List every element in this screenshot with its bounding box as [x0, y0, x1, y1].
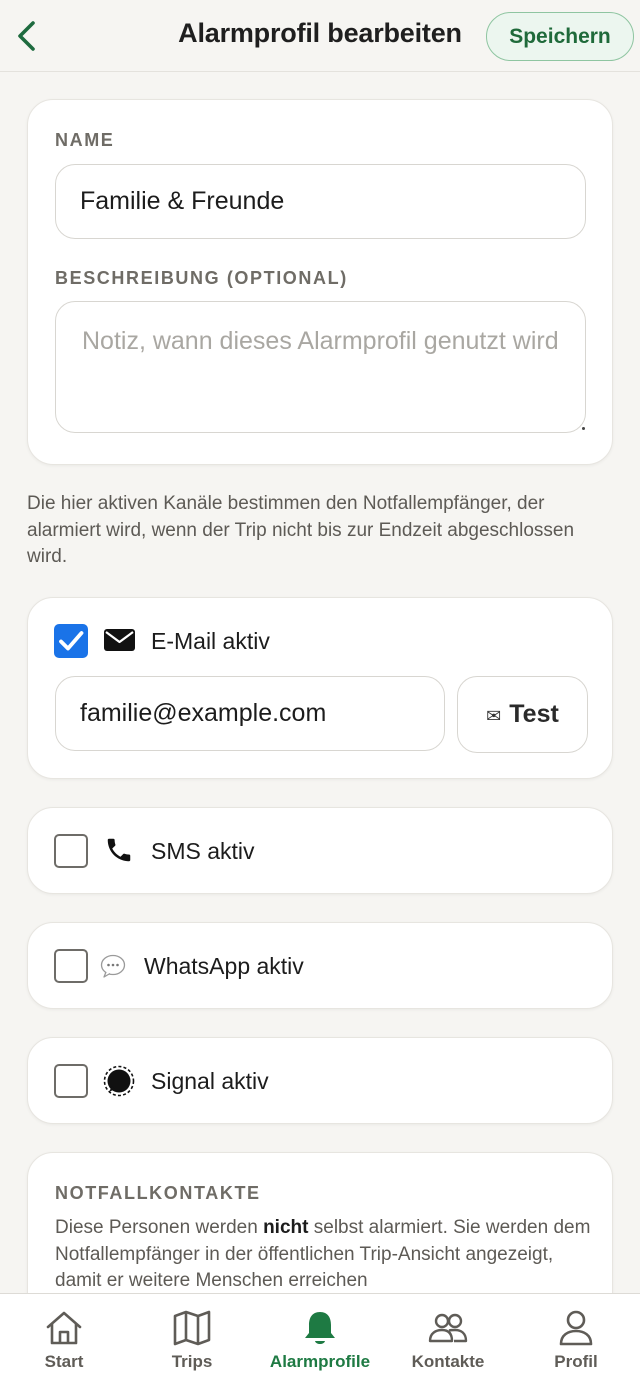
nav-item-trips[interactable]: Trips	[128, 1294, 256, 1386]
emergency-contacts-title: NOTFALLKONTAKTE	[55, 1183, 261, 1203]
name-label: NAME	[55, 130, 115, 150]
back-button[interactable]	[6, 12, 46, 60]
nav-item-alarmprofile[interactable]: Alarmprofile	[256, 1294, 384, 1386]
bell-icon	[305, 1312, 335, 1344]
app-header: Alarmprofil bearbeiten Speichern	[0, 0, 640, 72]
save-button[interactable]: Speichern	[486, 12, 634, 61]
description-field[interactable]: Notiz, wann dieses Alarmprofil genutzt w…	[55, 301, 586, 433]
phone-icon	[107, 838, 131, 862]
whatsapp-channel-label: WhatsApp aktiv	[144, 953, 304, 979]
name-field[interactable]: Familie & Freunde	[55, 164, 586, 239]
people-icon	[428, 1313, 468, 1343]
description-bold-text: nicht	[263, 1217, 309, 1238]
nav-label: Kontakte	[411, 1352, 485, 1371]
description-placeholder: Notiz, wann dieses Alarmprofil genutzt w…	[82, 327, 559, 355]
email-channel-card: E-Mail aktiv familie@example.com ✉ Test	[27, 597, 613, 779]
nav-item-start[interactable]: Start	[0, 1294, 128, 1386]
sms-channel-label: SMS aktiv	[151, 838, 255, 864]
description-label: BESCHREIBUNG (OPTIONAL)	[55, 268, 348, 288]
nav-item-kontakte[interactable]: Kontakte	[384, 1294, 512, 1386]
emergency-contacts-description: Diese Personen werden nicht selbst alarm…	[55, 1215, 595, 1295]
nav-label: Profil	[554, 1352, 598, 1371]
page-title: Alarmprofil bearbeiten	[178, 18, 462, 48]
profile-details-card: NAME Familie & Freunde BESCHREIBUNG (OPT…	[27, 99, 613, 465]
envelope-icon	[104, 629, 135, 651]
speech-bubble-icon	[100, 954, 126, 978]
sms-checkbox[interactable]	[54, 834, 88, 868]
user-icon	[559, 1310, 593, 1346]
signal-checkbox[interactable]	[54, 1064, 88, 1098]
sms-channel-card: SMS aktiv	[27, 807, 613, 894]
signal-bubble-icon	[103, 1065, 135, 1097]
email-checkbox[interactable]	[54, 624, 88, 658]
email-field-value: familie@example.com	[80, 699, 327, 727]
home-icon	[46, 1311, 82, 1345]
email-field[interactable]: familie@example.com	[55, 676, 445, 751]
checkmark-icon	[59, 631, 84, 651]
channels-info-text: Die hier aktiven Kanäle bestimmen den No…	[27, 493, 575, 567]
nav-label: Alarmprofile	[269, 1352, 371, 1371]
nav-label: Start	[44, 1352, 84, 1371]
resize-handle[interactable]	[582, 427, 585, 430]
whatsapp-channel-card: WhatsApp aktiv	[27, 922, 613, 1009]
name-field-value: Familie & Freunde	[80, 187, 285, 215]
test-button-label: Test	[509, 700, 559, 728]
nav-item-profil[interactable]: Profil	[512, 1294, 640, 1386]
bottom-navigation: Start Trips Alarmprofile Kontakte Profil	[0, 1293, 640, 1386]
chevron-left-icon	[18, 21, 35, 51]
envelope-icon: ✉	[486, 705, 502, 726]
description-text-part: Diese Personen werden	[55, 1217, 264, 1238]
nav-label: Trips	[171, 1352, 213, 1371]
signal-channel-card: Signal aktiv	[27, 1037, 613, 1124]
email-channel-label: E-Mail aktiv	[151, 628, 270, 654]
signal-channel-label: Signal aktiv	[151, 1068, 269, 1094]
map-icon	[173, 1310, 211, 1346]
test-email-button[interactable]: ✉ Test	[457, 676, 588, 753]
whatsapp-checkbox[interactable]	[54, 949, 88, 983]
